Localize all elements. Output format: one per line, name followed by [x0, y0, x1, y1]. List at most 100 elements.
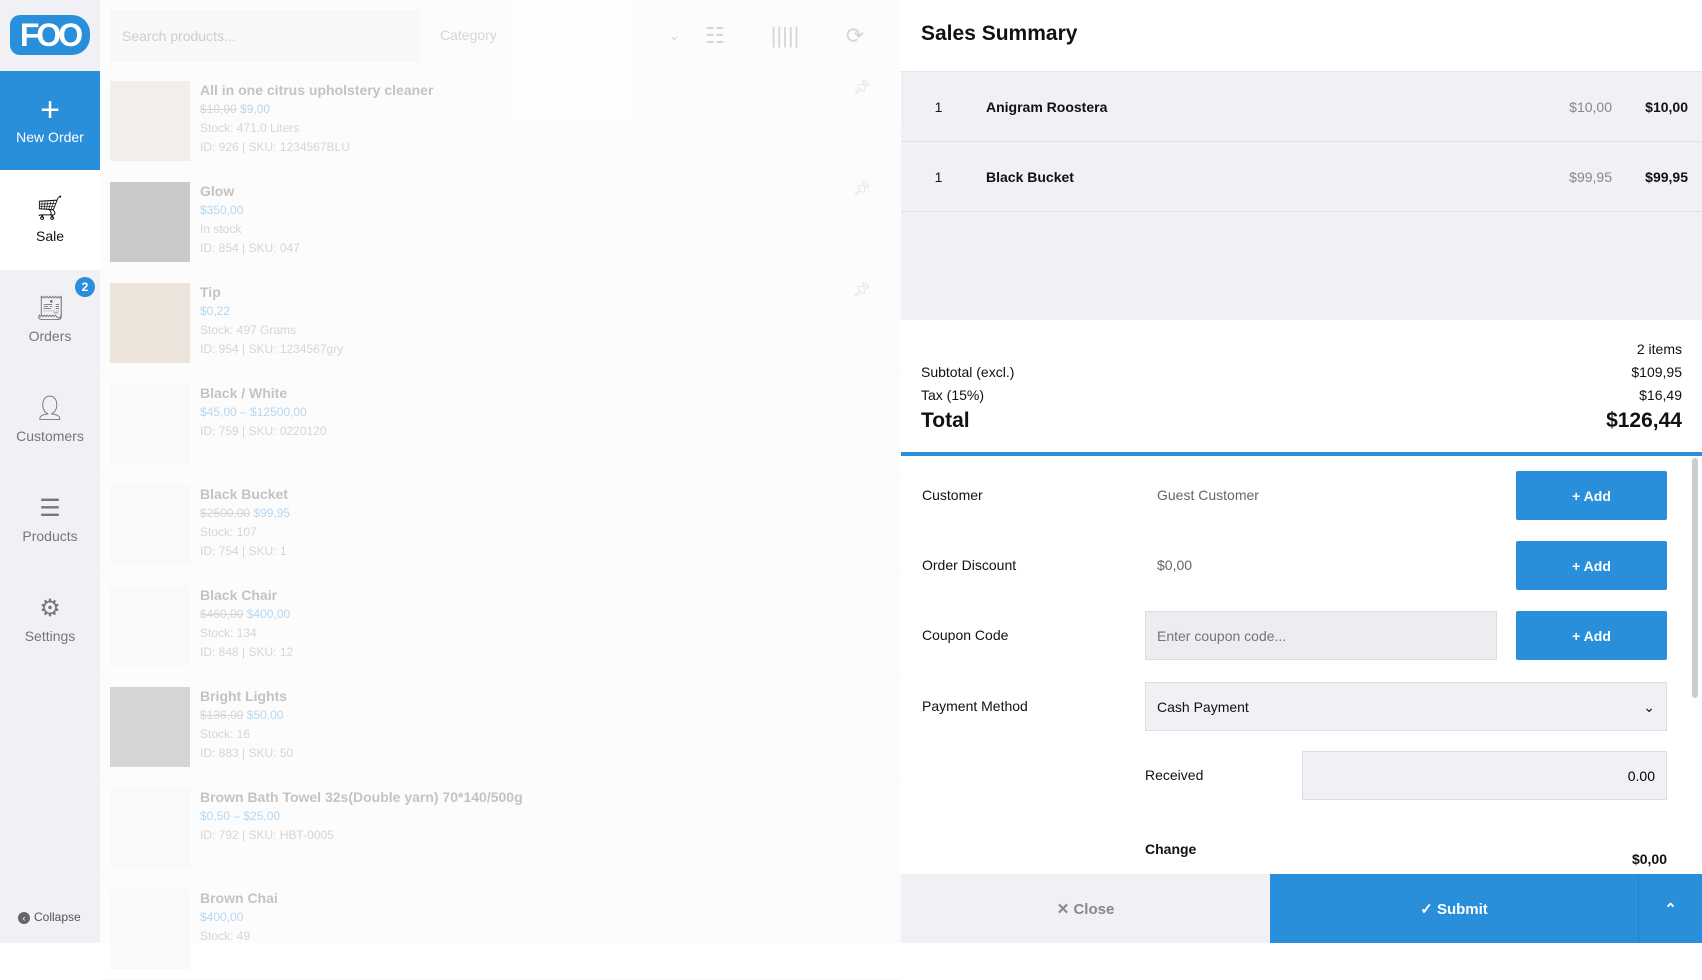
subtotal-value: $109,95 — [1631, 364, 1682, 380]
cart-qty: 1 — [934, 168, 943, 185]
product-stock: Stock: 16 — [200, 727, 251, 741]
product-meta: ID: 854 | SKU: 047 — [200, 241, 300, 255]
sidebar-item-products[interactable]: ☰ Products — [0, 470, 100, 570]
resize-divider[interactable] — [901, 452, 1702, 456]
product-row[interactable]: Black Chair $460,00 $400,00 Stock: 134 I… — [100, 576, 901, 677]
new-order-button[interactable]: + New Order — [0, 71, 100, 171]
sidebar-item-settings[interactable]: ⚙ Settings — [0, 570, 100, 670]
product-thumbnail — [110, 81, 190, 161]
pin-icon[interactable]: 📌︎ — [853, 79, 871, 96]
customer-label: Customer — [922, 487, 983, 503]
product-old-price: $2500,00 — [200, 506, 251, 520]
product-stock: In stock — [200, 222, 242, 236]
sidebar-item-label: Customers — [16, 428, 84, 444]
product-name: All in one citrus upholstery cleaner — [200, 82, 434, 98]
search-input[interactable] — [110, 9, 420, 62]
product-price: $0,50 – $25,00 — [200, 809, 281, 823]
product-thumbnail — [110, 182, 190, 262]
sidebar-item-customers[interactable]: 👤︎ Customers — [0, 370, 100, 470]
submit-button[interactable]: ✓ Submit — [1270, 874, 1638, 943]
filter-icon[interactable]: ☷ — [680, 23, 750, 49]
sidebar: FOO + New Order 🛒︎ Sale 2 🧾︎ Orders 👤︎ Custom… — [0, 0, 100, 943]
close-button[interactable]: ✕ Close — [901, 874, 1270, 943]
product-row[interactable]: Brown Chai $400,00 Stock: 49 — [100, 879, 901, 980]
footer-actions: ✕ Close ✓ Submit ⌃ — [901, 874, 1702, 943]
coupon-label: Coupon Code — [922, 627, 1009, 643]
sidebar-item-orders[interactable]: 2 🧾︎ Orders — [0, 270, 100, 370]
product-price: $400,00 — [246, 607, 291, 621]
cart-name: Black Bucket — [986, 168, 1074, 185]
product-row[interactable]: Tip $0,22 Stock: 497 Grams ID: 954 | SKU… — [100, 273, 901, 374]
chevron-up-icon[interactable]: ⌃ — [1638, 874, 1702, 943]
cart-icon: 🛒︎ — [34, 195, 66, 222]
add-discount-button[interactable]: + Add — [1516, 541, 1667, 590]
orders-count-badge: 2 — [75, 277, 95, 297]
product-row[interactable]: Black Bucket $2500,00 $99,95 Stock: 107 … — [100, 475, 901, 576]
payment-method-select[interactable]: Cash Payment ⌄ — [1145, 682, 1667, 731]
product-list: All in one citrus upholstery cleaner $10… — [100, 71, 901, 980]
product-meta: ID: 954 | SKU: 1234567gry — [200, 342, 344, 356]
add-coupon-button[interactable]: + Add — [1516, 611, 1667, 660]
form-scrollbar[interactable] — [1692, 458, 1698, 698]
product-name: Black Chair — [200, 587, 278, 603]
product-row[interactable]: All in one citrus upholstery cleaner $10… — [100, 71, 901, 172]
product-thumbnail — [110, 687, 190, 767]
product-meta: ID: 848 | SKU: 12 — [200, 645, 294, 659]
product-meta: ID: 792 | SKU: HBT-0005 — [200, 828, 334, 842]
sidebar-item-sale[interactable]: 🛒︎ Sale — [0, 170, 100, 270]
tax-label: Tax (15%) — [921, 387, 985, 403]
total-value: $126,44 — [1606, 409, 1682, 432]
customer-value: Guest Customer — [1157, 487, 1259, 503]
change-label: Change — [1145, 841, 1197, 857]
product-row[interactable]: Brown Bath Towel 32s(Double yarn) 70*140… — [100, 778, 901, 879]
cart-list: 1 Anigram Roostera $10,00 $10,00 1 Black Buc… — [901, 71, 1702, 320]
product-price: $400,00 — [200, 910, 244, 924]
sales-summary-panel: Sales Summary 1 Anigram Roostera $10,00 $10… — [901, 0, 1702, 943]
gear-icon: ⚙ — [39, 595, 61, 622]
chevron-down-icon: ⌄ — [668, 27, 680, 43]
product-thumbnail — [110, 485, 190, 565]
coupon-input[interactable] — [1145, 611, 1497, 660]
discount-value: $0,00 — [1157, 557, 1193, 573]
product-thumbnail — [110, 788, 190, 868]
tax-value: $16,49 — [1639, 387, 1682, 403]
product-name: Bright Lights — [200, 688, 288, 704]
barcode-icon[interactable]: ||||| — [750, 23, 820, 49]
payment-value: Cash Payment — [1157, 699, 1249, 715]
product-row[interactable]: Bright Lights $136,00 $50,00 Stock: 16 I… — [100, 677, 901, 778]
collapse-button[interactable]: ‹ Collapse — [18, 910, 81, 924]
product-row[interactable]: Glow $350,00 In stock ID: 854 | SKU: 047… — [100, 172, 901, 273]
product-toolbar: Category ⌄ ☷ ||||| ⟳ — [100, 0, 901, 71]
cart-line-total: $10,00 — [1645, 98, 1688, 115]
product-thumbnail — [110, 586, 190, 666]
product-name: Brown Chai — [200, 890, 278, 906]
product-meta: ID: 883 | SKU: 50 — [200, 746, 294, 760]
payment-label: Payment Method — [922, 698, 1028, 714]
refresh-icon[interactable]: ⟳ — [820, 23, 890, 49]
product-stock: Stock: 49 — [200, 929, 251, 943]
product-price: $99,95 — [253, 506, 291, 520]
sidebar-item-label: Products — [22, 528, 78, 544]
product-old-price: $460,00 — [200, 607, 244, 621]
product-stock: Stock: 134 — [200, 626, 257, 640]
category-select[interactable]: Category ⌄ — [440, 27, 680, 44]
add-customer-button[interactable]: + Add — [1516, 471, 1667, 520]
product-meta: ID: 759 | SKU: 0220120 — [200, 424, 327, 438]
pin-icon[interactable]: 📌︎ — [853, 281, 871, 298]
product-row[interactable]: Black / White $45,00 – $12500,00 ID: 759… — [100, 374, 901, 475]
product-thumbnail — [110, 384, 190, 464]
product-name: Glow — [200, 183, 235, 199]
product-stock: Stock: 107 — [200, 525, 257, 539]
list-icon: ☰ — [39, 495, 61, 522]
cart-row[interactable]: 1 Black Bucket $99,95 $99,95 — [901, 142, 1702, 212]
product-stock: Stock: 471.0 Liters — [200, 121, 300, 135]
product-meta: ID: 754 | SKU: 1 — [200, 544, 287, 558]
invoice-icon: 🧾︎ — [34, 295, 66, 322]
pin-icon[interactable]: 📌︎ — [853, 180, 871, 197]
cart-name: Anigram Roostera — [986, 98, 1108, 115]
received-input[interactable] — [1302, 751, 1667, 800]
plus-icon: + — [40, 91, 60, 129]
cart-row[interactable]: 1 Anigram Roostera $10,00 $10,00 — [901, 72, 1702, 142]
cart-unit-price: $99,95 — [1569, 168, 1612, 185]
collapse-label: Collapse — [34, 910, 81, 924]
